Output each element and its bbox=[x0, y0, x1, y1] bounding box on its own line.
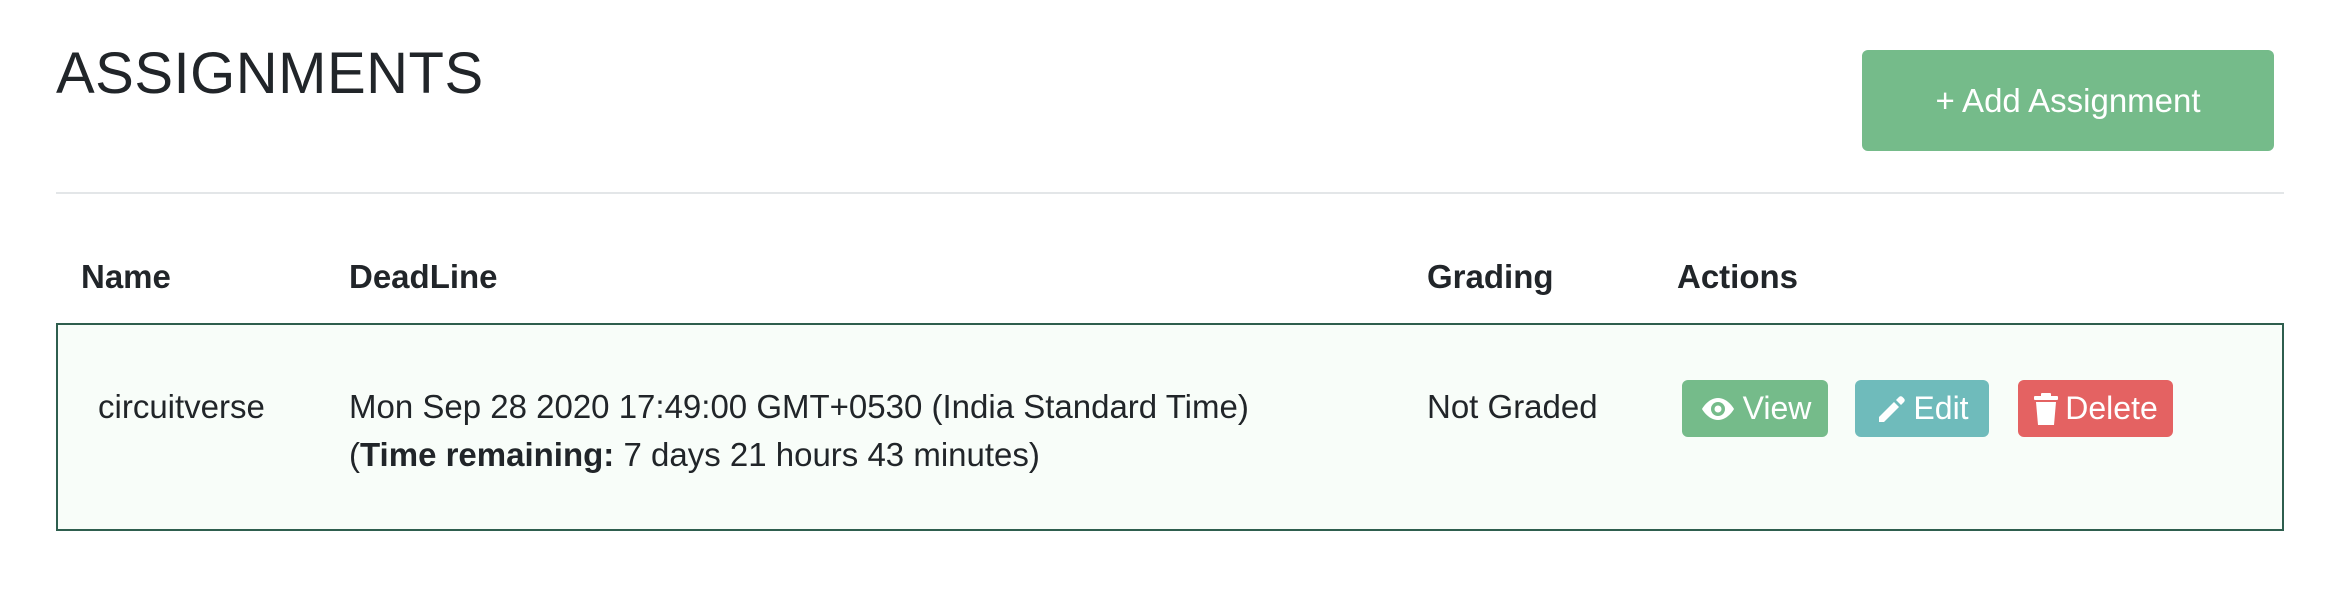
time-remaining-label: Time remaining: bbox=[360, 436, 615, 473]
time-remaining-value: 7 days 21 hours 43 minutes) bbox=[614, 436, 1040, 473]
view-button[interactable]: View bbox=[1682, 380, 1828, 437]
assignment-deadline: Mon Sep 28 2020 17:49:00 GMT+0530 (India… bbox=[349, 383, 1249, 479]
pencil-icon bbox=[1875, 393, 1907, 425]
divider bbox=[56, 192, 2284, 194]
column-header-deadline: DeadLine bbox=[349, 258, 498, 295]
column-header-name: Name bbox=[81, 258, 171, 295]
trash-icon bbox=[2033, 392, 2059, 426]
deadline-date: Mon Sep 28 2020 17:49:00 GMT+0530 (India… bbox=[349, 388, 1249, 425]
table-row: circuitverse Mon Sep 28 2020 17:49:00 GM… bbox=[56, 323, 2284, 531]
delete-button[interactable]: Delete bbox=[2018, 380, 2173, 437]
time-remaining-open-paren: ( bbox=[349, 436, 360, 473]
delete-button-label: Delete bbox=[2065, 390, 2158, 426]
column-header-actions: Actions bbox=[1677, 258, 1799, 295]
column-header-grading: Grading bbox=[1427, 258, 1554, 295]
eye-icon bbox=[1699, 396, 1737, 422]
edit-button-label: Edit bbox=[1913, 390, 1969, 426]
assignment-name: circuitverse bbox=[98, 388, 265, 425]
page-title: ASSIGNMENTS bbox=[56, 41, 484, 106]
time-remaining: (Time remaining: 7 days 21 hours 43 minu… bbox=[349, 431, 1249, 479]
edit-button[interactable]: Edit bbox=[1855, 380, 1989, 437]
assignments-page: ASSIGNMENTS + Add Assignment Name DeadLi… bbox=[0, 0, 2344, 602]
view-button-label: View bbox=[1742, 390, 1812, 426]
grading-status: Not Graded bbox=[1427, 388, 1598, 425]
add-assignment-button[interactable]: + Add Assignment bbox=[1862, 50, 2274, 151]
